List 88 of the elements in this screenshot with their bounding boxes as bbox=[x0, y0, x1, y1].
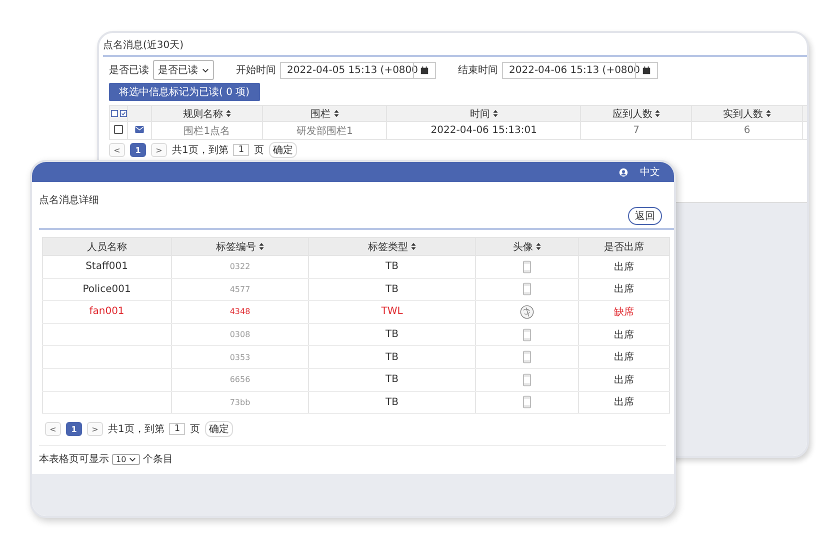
page-button[interactable]: 1 bbox=[66, 422, 82, 436]
mark-read-button[interactable]: 将选中信息标记为已读( 0 项) bbox=[109, 83, 260, 101]
tag-type: TB bbox=[386, 261, 399, 272]
filter-label: 结束时间 bbox=[458, 64, 498, 77]
table-cell: 围栏1点名 bbox=[152, 122, 262, 140]
filter-label: 开始时间 bbox=[236, 64, 276, 77]
table-cell: 研发部围栏1 bbox=[262, 122, 387, 140]
tag-number: 4348 bbox=[230, 307, 250, 316]
person-name: Police001 bbox=[82, 284, 131, 295]
table-cell: 6 bbox=[692, 122, 802, 140]
previous-page-button[interactable]: < bbox=[45, 422, 61, 436]
chevron-down-icon bbox=[202, 68, 209, 72]
next-page-button[interactable]: > bbox=[87, 422, 103, 436]
attendance-status: 出席 bbox=[614, 397, 634, 408]
checked-box-icon[interactable] bbox=[120, 110, 126, 117]
column-header[interactable]: 应到人数 bbox=[580, 106, 692, 122]
sort-icon[interactable] bbox=[226, 110, 231, 116]
tag-type: TB bbox=[386, 352, 399, 363]
page-size-label: 个条目 bbox=[143, 453, 174, 466]
coin-icon bbox=[520, 304, 534, 319]
page-size-select[interactable]: 10 bbox=[112, 454, 140, 465]
sort-icon[interactable] bbox=[492, 110, 498, 116]
attendance-status: 出席 bbox=[614, 352, 634, 364]
phone-icon bbox=[522, 350, 531, 364]
attendance-status: 缺席 bbox=[614, 306, 634, 318]
page-button[interactable]: 1 bbox=[130, 143, 146, 157]
calendar-icon bbox=[420, 66, 429, 74]
tag-type: TB bbox=[386, 374, 399, 386]
sort-icon[interactable] bbox=[334, 110, 339, 116]
previous-page-button[interactable]: < bbox=[109, 143, 125, 157]
column-header[interactable]: 规则名称 bbox=[152, 106, 262, 122]
column-header[interactable]: 围栏 bbox=[262, 106, 387, 122]
confirm-button[interactable]: 确定 bbox=[269, 142, 298, 158]
row-checkbox[interactable] bbox=[114, 124, 123, 134]
sort-icon[interactable] bbox=[259, 242, 264, 250]
attendance-status: 出席 bbox=[614, 330, 634, 341]
column-header[interactable]: 实到人数 bbox=[692, 106, 802, 122]
tag-type: TB bbox=[386, 329, 399, 340]
column-header[interactable]: 标签类型 bbox=[308, 238, 476, 256]
page-input[interactable]: 1 bbox=[233, 144, 250, 156]
attendance-status: 出席 bbox=[614, 374, 634, 386]
sort-icon[interactable] bbox=[411, 242, 416, 250]
sort-icon[interactable] bbox=[536, 242, 541, 250]
phone-icon bbox=[522, 372, 531, 387]
filter-label: 是否已读 bbox=[109, 64, 149, 77]
phone-icon bbox=[522, 328, 531, 342]
column-header[interactable]: 头像 bbox=[475, 238, 579, 256]
calendar-icon bbox=[642, 66, 651, 74]
column-header[interactable]: 标签编号 bbox=[171, 238, 309, 256]
table-cell: 2022-04-06 15:13:01 bbox=[386, 122, 581, 140]
read-status-select[interactable]: 是否已读 bbox=[153, 60, 214, 80]
page-unit-text: 页 bbox=[190, 423, 200, 436]
sort-icon[interactable] bbox=[766, 110, 772, 116]
table-cell: 7 bbox=[580, 122, 692, 140]
language-menu[interactable]: 中文 bbox=[640, 165, 660, 179]
chevron-down-icon bbox=[129, 456, 136, 462]
tag-number: 6656 bbox=[230, 375, 250, 384]
phone-icon bbox=[522, 260, 531, 274]
tag-number: 0353 bbox=[230, 352, 250, 362]
page-unit-text: 页 bbox=[254, 144, 264, 157]
page-total-text: 共1页，到第 bbox=[108, 422, 164, 436]
phone-icon bbox=[522, 395, 531, 410]
attendance-status: 出席 bbox=[614, 262, 634, 273]
page-title: 点名消息详细 bbox=[39, 194, 100, 207]
tag-number: 73bb bbox=[230, 398, 250, 407]
page-size-label: 本表格页可显示 bbox=[39, 452, 109, 466]
tag-number: 0322 bbox=[230, 262, 250, 272]
page-title: 点名消息(近30天) bbox=[103, 38, 807, 57]
checkbox-icon[interactable] bbox=[110, 110, 118, 117]
person-name: fan001 bbox=[89, 306, 124, 318]
person-name: Staff001 bbox=[86, 261, 128, 272]
phone-icon bbox=[522, 282, 531, 296]
page-total-text: 共1页，到第 bbox=[172, 144, 228, 157]
tag-number: 4577 bbox=[230, 284, 250, 294]
attendance-status: 出席 bbox=[614, 284, 634, 296]
column-header[interactable]: 人员名称 bbox=[42, 238, 172, 256]
page-input[interactable]: 1 bbox=[169, 423, 186, 436]
column-header[interactable]: 是否出席 bbox=[578, 238, 670, 256]
tag-number: 0308 bbox=[230, 330, 250, 340]
tag-type: TB bbox=[386, 284, 399, 295]
column-header[interactable]: 时间 bbox=[386, 106, 581, 122]
tag-type: TWL bbox=[381, 306, 403, 318]
tag-type: TB bbox=[386, 396, 399, 408]
sort-icon[interactable] bbox=[655, 110, 660, 116]
next-page-button[interactable]: > bbox=[151, 143, 167, 157]
confirm-button[interactable]: 确定 bbox=[205, 421, 234, 438]
user-icon[interactable] bbox=[619, 168, 628, 176]
back-button[interactable]: 返回 bbox=[628, 207, 662, 225]
